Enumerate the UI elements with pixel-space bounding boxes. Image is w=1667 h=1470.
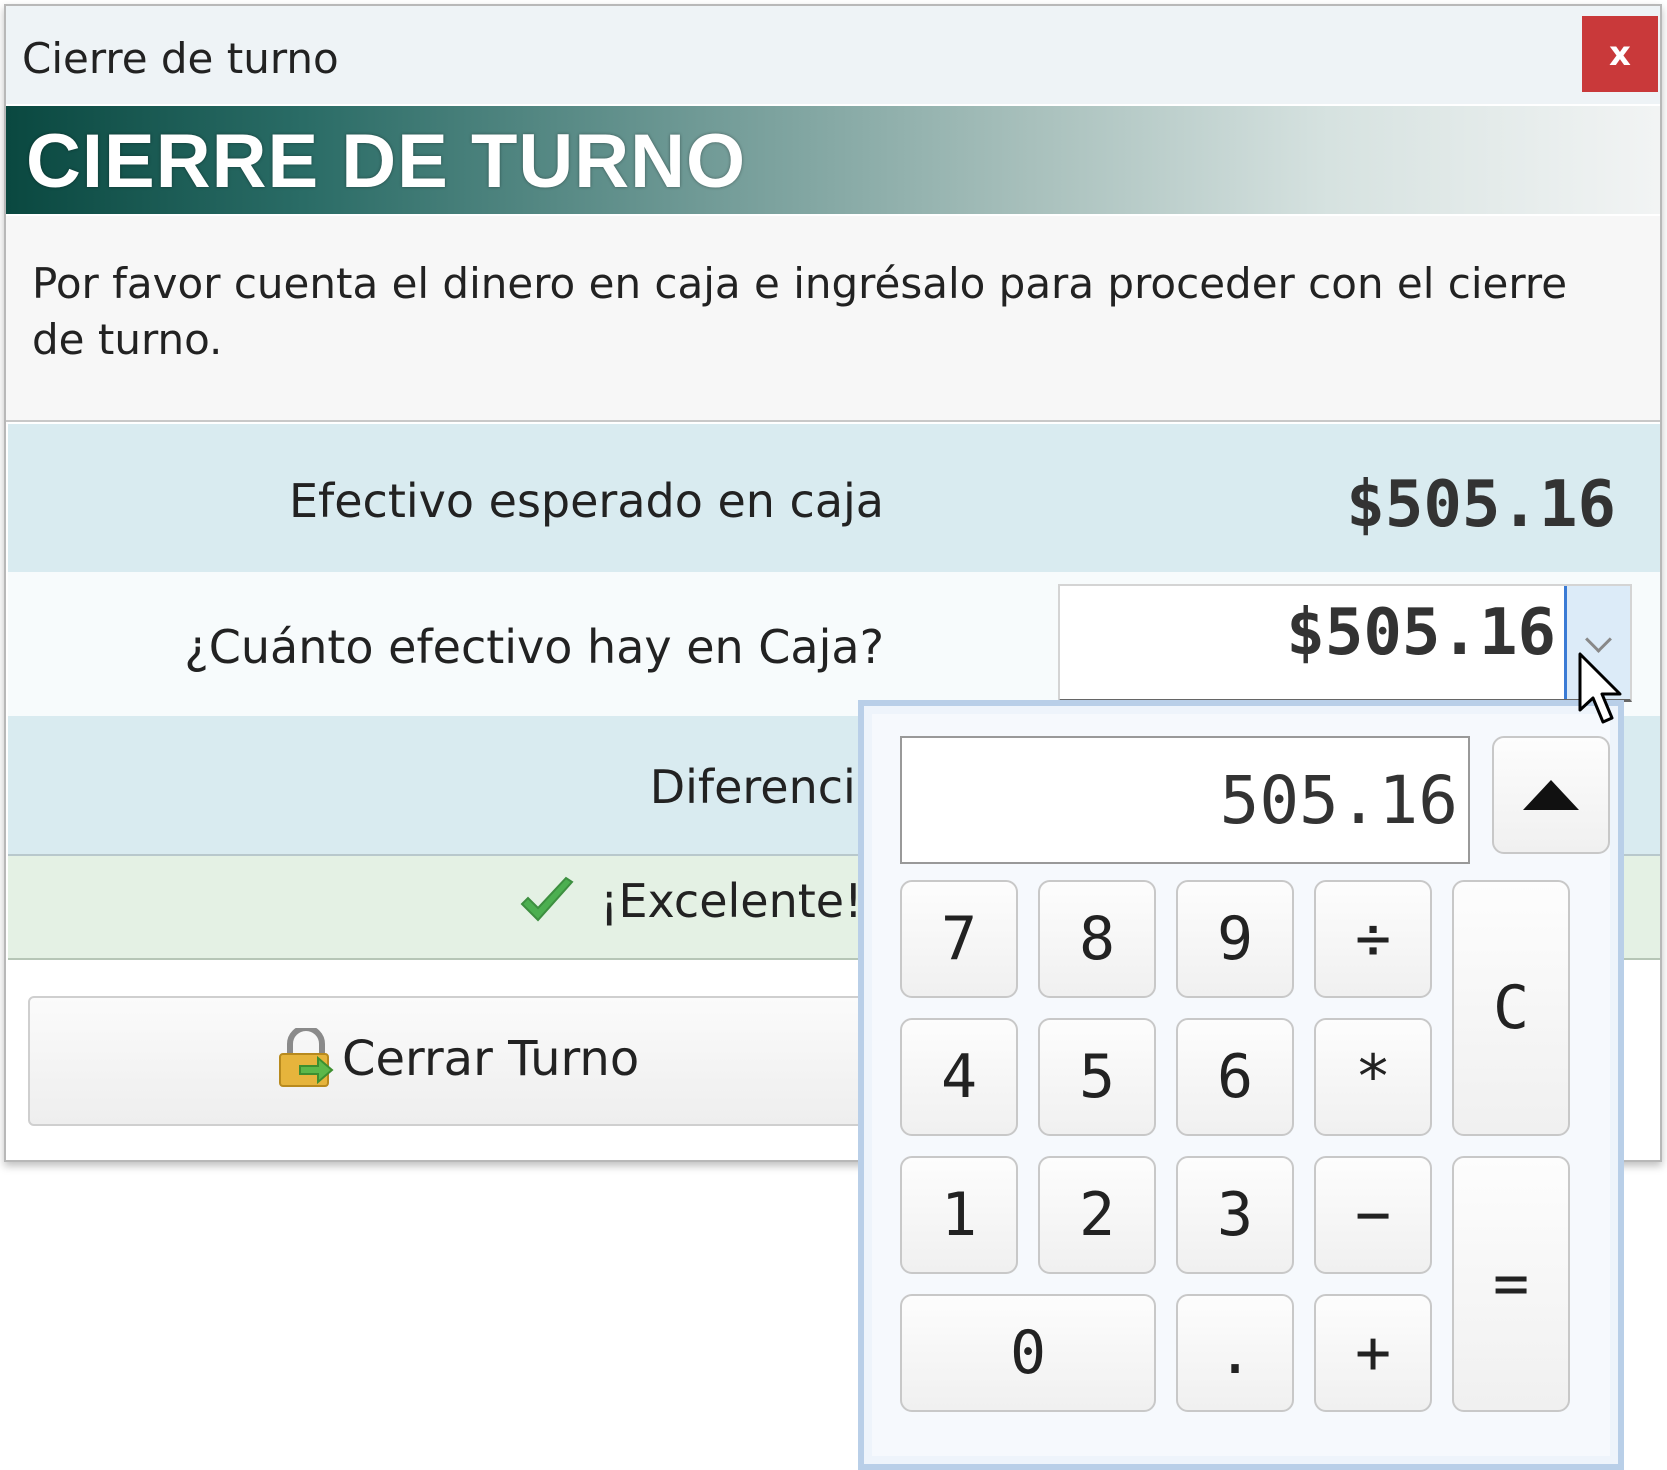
expected-cash-label: Efectivo esperado en caja bbox=[288, 474, 884, 528]
key-6[interactable]: 6 bbox=[1176, 1018, 1294, 1136]
window-title: Cierre de turno bbox=[22, 34, 339, 83]
status-text: ¡Excelente! bbox=[600, 874, 863, 928]
key-9[interactable]: 9 bbox=[1176, 880, 1294, 998]
header-banner: CIERRE DE TURNO bbox=[6, 106, 1660, 214]
title-bar: Cierre de turno x bbox=[6, 6, 1660, 104]
key-equals[interactable]: = bbox=[1452, 1156, 1570, 1412]
calculator-display: 505.16 bbox=[900, 736, 1470, 864]
close-shift-button[interactable]: Cerrar Turno bbox=[28, 996, 868, 1126]
key-0[interactable]: 0 bbox=[900, 1294, 1156, 1412]
cash-count-row: ¿Cuánto efectivo hay en Caja? $505.16 bbox=[8, 572, 1660, 716]
lock-exit-icon bbox=[279, 1028, 334, 1087]
instructions-panel: Por favor cuenta el dinero en caja e ing… bbox=[6, 216, 1660, 422]
instructions-text: Por favor cuenta el dinero en caja e ing… bbox=[32, 259, 1568, 364]
expected-cash-row: Efectivo esperado en caja $505.16 bbox=[8, 424, 1660, 572]
key-subtract[interactable]: − bbox=[1314, 1156, 1432, 1274]
key-7[interactable]: 7 bbox=[900, 880, 1018, 998]
calculator-display-value: 505.16 bbox=[1219, 762, 1458, 839]
collapse-calculator-button[interactable] bbox=[1492, 736, 1610, 854]
calculator-popup: 505.16 7 8 9 ÷ C 4 5 6 * 1 2 3 − = 0 . + bbox=[858, 700, 1624, 1470]
chevron-down-icon bbox=[1585, 626, 1612, 653]
expected-cash-value: $505.16 bbox=[1346, 468, 1616, 542]
cash-count-label: ¿Cuánto efectivo hay en Caja? bbox=[184, 620, 884, 674]
key-divide[interactable]: ÷ bbox=[1314, 880, 1432, 998]
key-1[interactable]: 1 bbox=[900, 1156, 1018, 1274]
key-8[interactable]: 8 bbox=[1038, 880, 1156, 998]
difference-label: Diferencia bbox=[649, 760, 884, 814]
mouse-cursor-icon bbox=[1578, 652, 1622, 724]
key-clear[interactable]: C bbox=[1452, 880, 1570, 1136]
cash-count-input[interactable]: $505.16 bbox=[1058, 584, 1632, 702]
key-decimal[interactable]: . bbox=[1176, 1294, 1294, 1412]
check-icon bbox=[520, 876, 574, 922]
key-3[interactable]: 3 bbox=[1176, 1156, 1294, 1274]
triangle-up-icon bbox=[1523, 780, 1579, 810]
key-multiply[interactable]: * bbox=[1314, 1018, 1432, 1136]
close-shift-label: Cerrar Turno bbox=[342, 1031, 640, 1087]
key-5[interactable]: 5 bbox=[1038, 1018, 1156, 1136]
close-button[interactable]: x bbox=[1582, 16, 1658, 92]
key-2[interactable]: 2 bbox=[1038, 1156, 1156, 1274]
key-4[interactable]: 4 bbox=[900, 1018, 1018, 1136]
cash-count-value: $505.16 bbox=[1286, 596, 1556, 670]
key-add[interactable]: + bbox=[1314, 1294, 1432, 1412]
banner-title: CIERRE DE TURNO bbox=[26, 119, 747, 204]
